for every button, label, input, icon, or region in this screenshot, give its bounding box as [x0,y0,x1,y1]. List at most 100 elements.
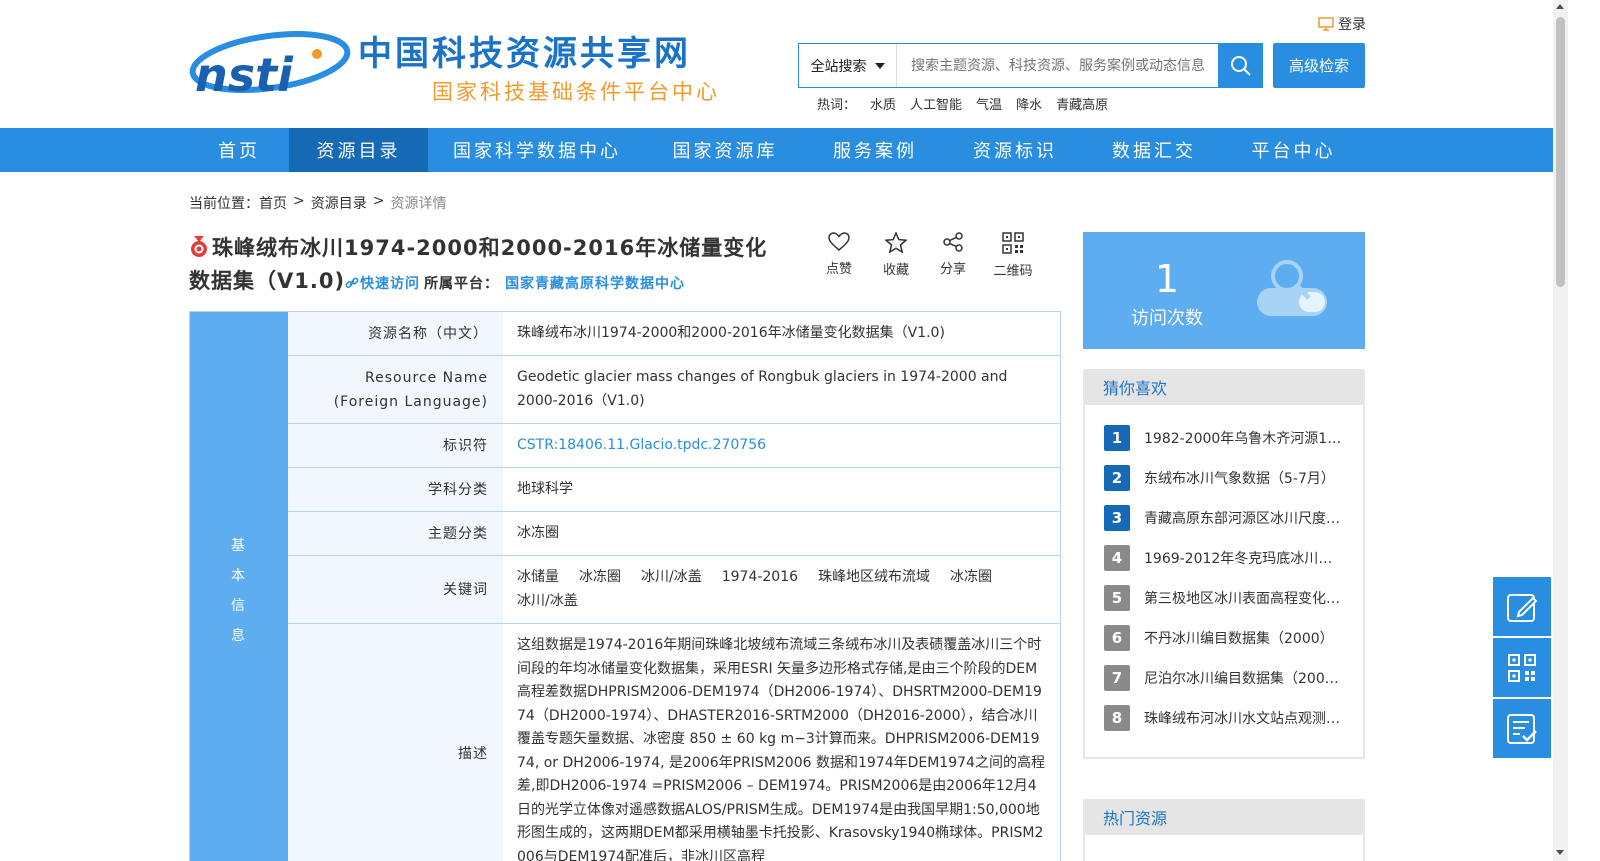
platform-label: 所属平台： [424,276,500,292]
like-label: 点赞 [825,262,852,277]
list-item[interactable]: 8 珠峰绒布河冰川水文站点观测数据 [1104,705,1344,731]
scroll-up-icon[interactable] [1556,4,1564,9]
info-row-subject: 学科分类 地球科学 [288,468,1060,512]
float-qrcode-button[interactable] [1493,638,1551,697]
qrcode-icon [1508,653,1536,682]
link-icon [345,277,359,289]
rank-badge: 4 [1104,545,1130,571]
info-key: 资源名称（中文） [288,312,503,355]
scroll-thumb[interactable] [1556,17,1565,287]
login-link[interactable]: 登录 [1318,14,1366,34]
list-item[interactable]: 2 东绒布冰川气象数据（5-7月） [1104,465,1344,491]
favorite-label: 收藏 [882,263,909,278]
nav-item-home[interactable]: 首页 [189,128,289,172]
nav-item-resource-banks[interactable]: 国家资源库 [646,128,804,172]
hotword-link[interactable]: 水质 [870,94,896,113]
rank-badge: 3 [1104,505,1130,531]
search-scope-label: 全站搜索 [810,58,867,75]
nav-item-platform-center[interactable]: 平台中心 [1224,128,1363,172]
info-value: CSTR:18406.11.Glacio.tpdc.270756 [503,424,1060,467]
breadcrumb: 当前位置： 首页 > 资源目录 > 资源详情 [189,193,446,213]
advanced-search-button[interactable]: 高级检索 [1273,43,1365,88]
nav-item-service-cases[interactable]: 服务案例 [804,128,946,172]
keyword-tag[interactable]: 冰川/冰盖 [641,566,702,590]
info-row-name-cn: 资源名称（中文） 珠峰绒布冰川1974-2000和2000-2016年冰储量变化… [288,312,1060,356]
hotword-link[interactable]: 降水 [1016,94,1042,113]
hotwords-label: 热词： [817,98,857,113]
qrcode-icon [1002,232,1024,254]
edit-icon [1507,593,1538,622]
keyword-tag[interactable]: 1974-2016 [722,566,798,590]
search-input[interactable] [897,44,1218,87]
star-icon [885,232,907,253]
quick-access-link[interactable]: 快速访问 [345,276,420,292]
list-item[interactable]: 1 1982-2000年乌鲁木齐河源1号冰川物质平衡数据 [1104,425,1344,451]
hot-panel-title: 热门资源 [1085,799,1363,835]
list-item[interactable]: 7 尼泊尔冰川编目数据集（2000） [1104,665,1344,691]
info-key: 主题分类 [288,512,503,555]
platform-link[interactable]: 国家青藏高原科学数据中心 [505,276,685,292]
resource-actions: 点赞 收藏 分享 二维码 [818,232,1037,279]
page-scrollbar[interactable] [1553,0,1568,861]
hotword-link[interactable]: 气温 [976,94,1002,113]
info-row-theme: 主题分类 冰冻圈 [288,512,1060,556]
keyword-tag[interactable]: 冰冻圈 [579,566,621,590]
keyword-tag[interactable]: 珠峰地区绒布流域 [818,566,930,590]
share-icon [943,232,963,252]
keyword-tag[interactable]: 冰冻圈 [950,566,992,590]
breadcrumb-home[interactable]: 首页 [259,193,287,213]
keyword-tag[interactable]: 冰川/冰盖 [517,590,578,614]
search-scope-select[interactable]: 全站搜索 [799,44,897,87]
breadcrumb-separator: > [293,193,305,209]
list-item[interactable]: 5 第三极地区冰川表面高程变化数据 [1104,585,1344,611]
list-item-title: 1982-2000年乌鲁木齐河源1号冰川物质平衡数据 [1144,431,1344,447]
search-box: 全站搜索 [798,43,1263,88]
checklist-icon [1507,713,1537,744]
rank-badge: 1 [1104,425,1130,451]
info-key: 学科分类 [288,468,503,511]
info-key-line-2: (Foreign Language) [333,393,488,410]
nav-item-data-submission[interactable]: 数据汇交 [1084,128,1224,172]
favorite-button[interactable]: 收藏 [875,232,917,279]
search-button[interactable] [1218,43,1263,88]
list-item-title: 不丹冰川编目数据集（2000） [1144,631,1334,647]
breadcrumb-separator: > [372,193,385,209]
list-item[interactable]: 4 1969-2012年冬克玛底冰川储量变化数据 [1104,545,1344,571]
hotwords-bar: 热词： 水质 人工智能 气温 降水 青藏高原 [817,94,1108,113]
info-key: 描述 [288,624,503,861]
nav-item-data-centers[interactable]: 国家科学数据中心 [428,128,646,172]
info-key: 标识符 [288,424,503,467]
hotword-link[interactable]: 青藏高原 [1056,94,1108,113]
breadcrumb-catalog[interactable]: 资源目录 [311,193,367,213]
list-item[interactable]: 6 不丹冰川编目数据集（2000） [1104,625,1344,651]
qrcode-button[interactable]: 二维码 [989,232,1037,279]
rank-badge: 8 [1104,705,1130,731]
info-value: 冰储量 冰冻圈 冰川/冰盖 1974-2016 珠峰地区绒布流域 冰冻圈 冰川/… [503,556,1060,623]
info-key: Resource Name (Foreign Language) [288,356,503,423]
site-header: nsti 中国科技资源共享网 国家科技基础条件平台中心 登录 全站搜索 高级检索… [0,0,1553,128]
feedback-edit-button[interactable] [1493,577,1551,636]
quick-access-label: 快速访问 [360,276,421,292]
identifier-link[interactable]: CSTR:18406.11.Glacio.tpdc.270756 [517,434,766,458]
keyword-tag[interactable]: 冰储量 [517,566,559,590]
list-item[interactable]: 3 青藏高原东部河源区冰川尺度变化数据 [1104,505,1344,531]
visit-count-card: 1 访问次数 [1083,232,1365,349]
hot-resources-panel: 热门资源 [1083,799,1365,861]
list-item-title: 东绒布冰川气象数据（5-7月） [1144,471,1335,487]
share-button[interactable]: 分享 [932,232,974,279]
survey-checklist-button[interactable] [1493,699,1551,758]
hotword-link[interactable]: 人工智能 [910,94,962,113]
nav-item-resource-identifier[interactable]: 资源标识 [946,128,1084,172]
site-title: 中国科技资源共享网 [358,34,691,74]
nsti-logo[interactable]: nsti [189,28,351,98]
info-value: 珠峰绒布冰川1974-2000和2000-2016年冰储量变化数据集（V1.0) [517,324,945,341]
guess-panel-title: 猜你喜欢 [1085,369,1363,405]
book-search-icon [1257,260,1327,316]
info-value: 冰冻圈 [517,524,559,541]
visit-count-label: 访问次数 [1131,308,1203,329]
like-button[interactable]: 点赞 [818,232,860,279]
nav-item-resource-catalog[interactable]: 资源目录 [289,128,428,172]
site-subtitle: 国家科技基础条件平台中心 [432,80,720,104]
info-value: 这组数据是1974-2016年期间珠峰北坡绒布流域三条绒布冰川及表碛覆盖冰川三个… [517,637,1045,861]
scroll-down-icon[interactable] [1556,850,1564,855]
